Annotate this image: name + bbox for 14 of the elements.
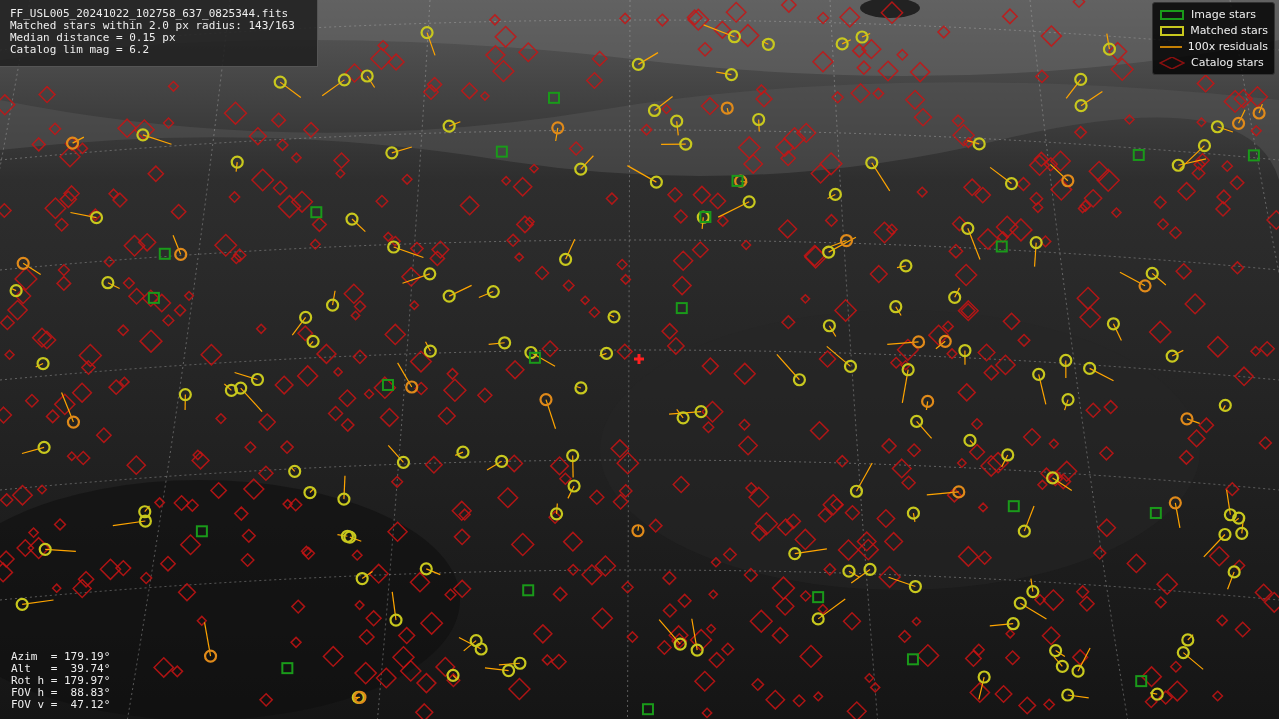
legend-label: Image stars xyxy=(1191,8,1256,21)
pointing-line: FOV v = 47.12° xyxy=(11,699,111,711)
info-line: Matched stars within 2.0 px radius: 143/163 xyxy=(10,20,296,32)
legend-label: 100x residuals xyxy=(1187,40,1268,53)
legend-label: Matched stars xyxy=(1190,24,1268,37)
pointing-line: Azim = 179.19° xyxy=(11,651,111,663)
info-line: Catalog lim mag = 6.2 xyxy=(10,44,151,56)
legend-label: Catalog stars xyxy=(1191,56,1264,69)
info-line: FF_USL005_20241022_102758_637_0825344.fits xyxy=(10,8,290,20)
diamond-icon xyxy=(1159,56,1185,69)
pointing-line: Alt = 39.74° xyxy=(11,663,111,675)
pointing-line: Rot h = 179.97° xyxy=(11,675,111,687)
info-line: Median distance = 0.15 px xyxy=(10,32,177,44)
pointing-line: FOV h = 88.83° xyxy=(11,687,111,699)
